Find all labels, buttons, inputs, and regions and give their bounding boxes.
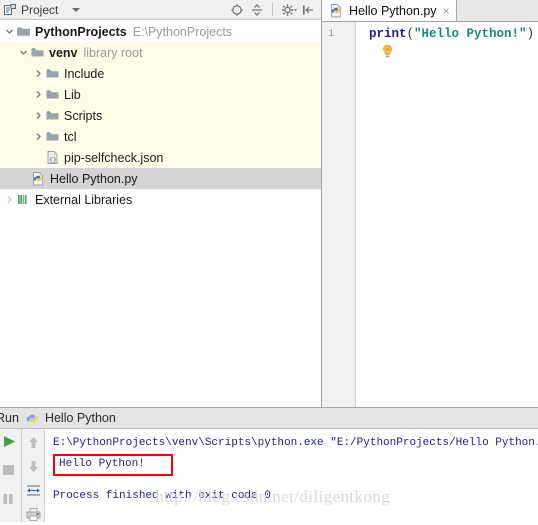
tree-label: Lib [64, 87, 81, 102]
folder-lib-icon [45, 66, 60, 81]
tree-sublabel: library root [83, 45, 143, 60]
tree-label: PythonProjects [35, 24, 127, 39]
run-tool-window-header: Run Hello Python [0, 408, 538, 430]
tree-label: venv [49, 45, 78, 60]
code-line-1: print("Hello Python!") [369, 26, 538, 42]
tree-row-include[interactable]: Include [0, 63, 321, 84]
python-file-icon [329, 3, 344, 18]
chevron-right-icon[interactable] [31, 63, 45, 84]
pause-icon[interactable] [3, 492, 18, 507]
chevron-right-icon[interactable] [31, 84, 45, 105]
python-config-icon [25, 411, 40, 426]
run-configuration-name: Hello Python [44, 411, 116, 426]
code-editor[interactable]: 1 print("Hello Python!") [322, 22, 538, 408]
tree-row-external-libraries[interactable]: External Libraries [0, 189, 321, 210]
down-arrow-icon[interactable] [26, 459, 41, 474]
tree-row-scripts[interactable]: Scripts [0, 105, 321, 126]
chevron-down-icon[interactable] [2, 21, 16, 42]
token-string-literal: "Hello Python!" [414, 27, 527, 41]
editor-tab-label: Hello Python.py [349, 3, 437, 18]
intention-bulb-icon[interactable] [381, 44, 394, 59]
project-tree[interactable]: PythonProjects E:\PythonProjects venv li… [0, 20, 321, 408]
toolbar-divider [272, 3, 273, 16]
tree-label: tcl [64, 129, 77, 144]
token-keyword-print: print [369, 27, 407, 41]
tree-row-pythonprojects[interactable]: PythonProjects E:\PythonProjects [0, 21, 321, 42]
line-number-gutter: 1 [322, 22, 356, 408]
editor-tab-hello-python-py[interactable]: Hello Python.py × [322, 0, 457, 21]
token-close-paren: ) [526, 27, 535, 41]
code-content[interactable]: print("Hello Python!") [356, 22, 538, 408]
folder-lib-icon [45, 129, 60, 144]
run-toolbar-secondary [22, 429, 45, 522]
run-tool-window: Run Hello Python E:\PythonProjects\venv\… [0, 407, 538, 522]
folder-lib-icon [30, 45, 45, 60]
up-arrow-icon[interactable] [26, 435, 41, 450]
tree-row-venv[interactable]: venv library root [0, 42, 321, 63]
tree-row-lib[interactable]: Lib [0, 84, 321, 105]
chevron-right-icon[interactable] [31, 126, 45, 147]
tree-label: pip-selfcheck.json [64, 150, 164, 165]
project-tool-window-title: Project [21, 2, 59, 17]
folder-icon [16, 24, 31, 39]
tree-row-pip-selfcheck-json[interactable]: {} pip-selfcheck.json [0, 147, 321, 168]
tree-label: Hello Python.py [50, 171, 138, 186]
editor-area: Hello Python.py × 1 print("Hello Python!… [322, 0, 538, 408]
project-tool-window-header: Project [0, 0, 321, 20]
project-tool-window: Project PythonProjects E:\PythonProjects… [0, 0, 322, 408]
console-output-highlighted: Hello Python! [53, 452, 538, 477]
hide-panel-icon[interactable] [301, 3, 315, 17]
editor-tab-bar: Hello Python.py × [322, 0, 538, 22]
folder-lib-icon [45, 87, 60, 102]
run-tool-window-label: Run [0, 411, 19, 426]
svg-text:{}: {} [49, 157, 57, 164]
tree-sublabel: E:\PythonProjects [132, 24, 233, 39]
json-file-icon: {} [45, 150, 60, 165]
external-libraries-icon [16, 192, 31, 207]
console-command-line: E:\PythonProjects\venv\Scripts\python.ex… [53, 437, 538, 450]
tree-row-tcl[interactable]: tcl [0, 126, 321, 147]
rerun-icon[interactable] [3, 434, 18, 449]
collapse-all-icon[interactable] [250, 3, 264, 17]
locate-icon[interactable] [230, 3, 244, 17]
tree-label: Include [64, 66, 105, 81]
chevron-down-icon[interactable] [16, 42, 30, 63]
chevron-right-icon[interactable] [31, 105, 45, 126]
close-icon[interactable]: × [443, 5, 450, 17]
soft-wrap-icon[interactable] [26, 483, 41, 498]
chevron-right-icon[interactable] [2, 189, 16, 210]
token-open-paren: ( [406, 27, 415, 41]
python-file-icon [31, 171, 46, 186]
stop-icon[interactable] [3, 463, 18, 478]
folder-lib-icon [45, 108, 60, 123]
line-number: 1 [328, 28, 335, 40]
print-icon[interactable] [26, 507, 41, 522]
project-icon [3, 3, 17, 17]
pycharm-window: Project PythonProjects E:\PythonProjects… [0, 0, 538, 522]
gear-icon[interactable] [281, 3, 297, 17]
console-output-line: Hello Python! [53, 454, 173, 477]
run-tool-window-body: E:\PythonProjects\venv\Scripts\python.ex… [0, 429, 538, 522]
run-console[interactable]: E:\PythonProjects\venv\Scripts\python.ex… [45, 429, 538, 522]
project-header-toolbar [230, 3, 317, 17]
console-exit-line: Process finished with exit code 0 [53, 490, 271, 503]
tree-label: Scripts [64, 108, 103, 123]
tree-label: External Libraries [35, 192, 133, 207]
run-toolbar-primary [0, 429, 22, 522]
upper-region: Project PythonProjects E:\PythonProjects… [0, 0, 538, 408]
chevron-down-icon[interactable] [72, 7, 81, 12]
tree-row-hello-python-py[interactable]: Hello Python.py [0, 168, 321, 189]
